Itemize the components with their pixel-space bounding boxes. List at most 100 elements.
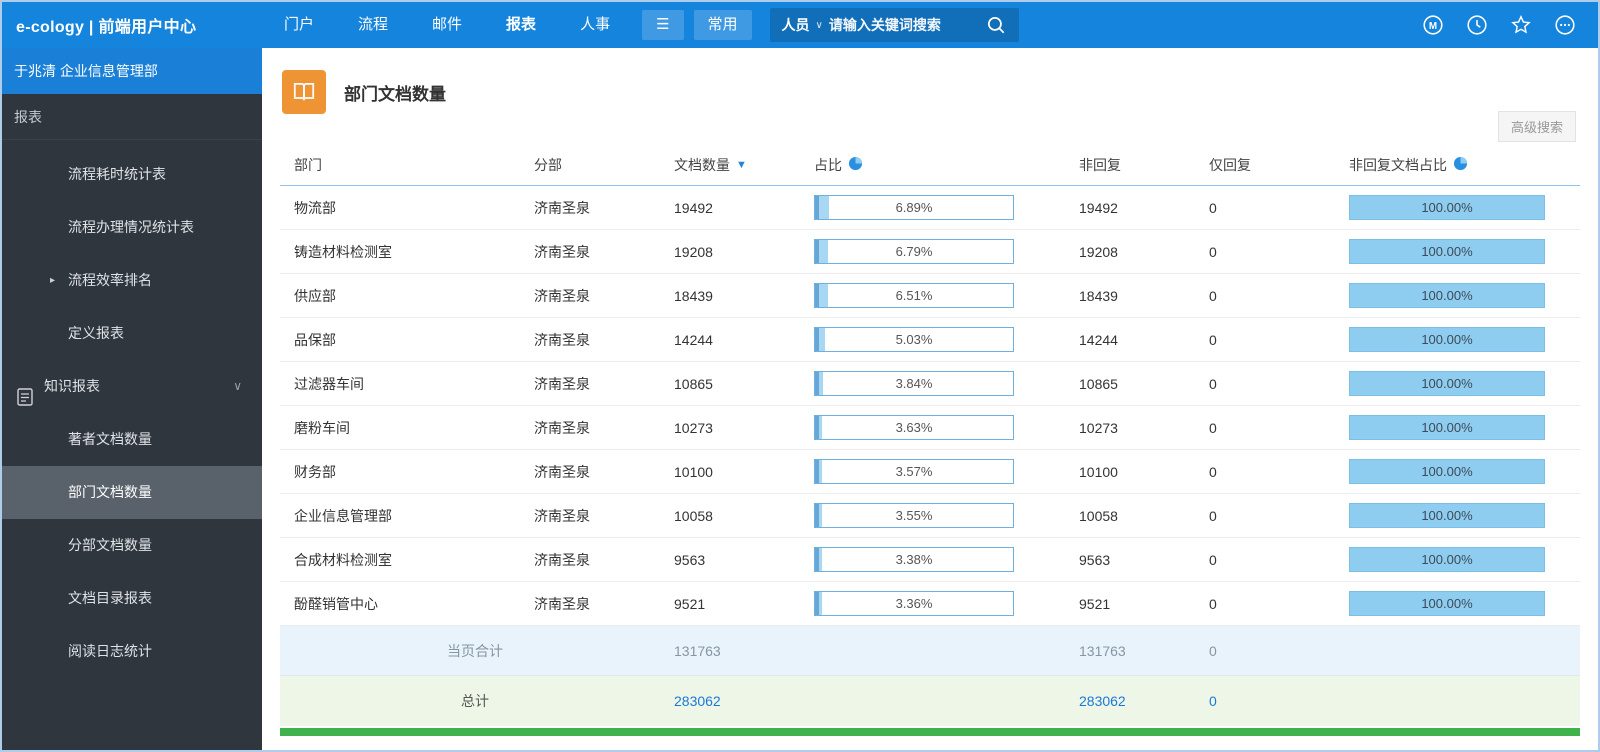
column-header-label: 部门	[294, 156, 322, 173]
chevron-down-icon[interactable]: ∨	[233, 360, 242, 413]
nav-item-workflow[interactable]: 流程	[336, 2, 410, 48]
m-circle-icon[interactable]: M	[1422, 14, 1444, 36]
reply-only-cell: 0	[1209, 551, 1217, 568]
column-header-branch[interactable]: 分部	[530, 155, 670, 175]
dept-cell: 铸造材料检测室	[294, 243, 392, 260]
percent-bar-cell: 3.84%	[810, 371, 1075, 396]
doc-count-cell: 10058	[674, 507, 713, 524]
sidebar-item-branch-doc-count[interactable]: 分部文档数量	[2, 519, 262, 572]
table-row[interactable]: 财务部 济南圣泉 10100 3.57% 10100 0 100.00%	[280, 450, 1580, 494]
column-header-doc-count[interactable]: 文档数量 ▼	[670, 155, 810, 175]
non-reply-percent-bar-cell: 100.00%	[1345, 195, 1580, 220]
expand-arrow-icon[interactable]: ▸	[50, 254, 55, 307]
table-row[interactable]: 物流部 济南圣泉 19492 6.89% 19492 0 100.00%	[280, 186, 1580, 230]
column-header-dept[interactable]: 部门	[280, 155, 530, 175]
column-header-non-reply[interactable]: 非回复	[1075, 155, 1205, 175]
search-bar: 人员 ∨	[769, 8, 1019, 42]
sidebar-item-label: 阅读日志统计	[68, 643, 152, 659]
search-input[interactable]	[828, 17, 979, 33]
dept-cell: 供应部	[294, 287, 336, 304]
report-table: 部门 分部 文档数量 ▼ 占比 非回复 仅回复 非回复文档占比 物流部 济南圣泉 19492 6.8…	[262, 144, 1598, 750]
total-label: 总计	[461, 693, 489, 709]
table-row[interactable]: 合成材料检测室 济南圣泉 9563 3.38% 9563 0 100.00%	[280, 538, 1580, 582]
nav-item-portal[interactable]: 门户	[262, 2, 336, 48]
search-icon[interactable]	[985, 14, 1007, 36]
sidebar-item-flow-efficiency-rank[interactable]: ▸ 流程效率排名	[2, 254, 262, 307]
top-nav: 门户 流程 邮件 报表 人事	[262, 2, 632, 48]
non-reply-cell: 14244	[1079, 331, 1118, 348]
more-options-icon[interactable]	[1554, 14, 1576, 36]
table-row[interactable]: 酚醛销管中心 济南圣泉 9521 3.36% 9521 0 100.00%	[280, 582, 1580, 626]
nav-item-mail[interactable]: 邮件	[410, 2, 484, 48]
main-header: 部门文档数量 高级搜索	[262, 48, 1598, 144]
sidebar-item-author-doc-count[interactable]: 著者文档数量	[2, 413, 262, 466]
branch-cell: 济南圣泉	[534, 375, 590, 392]
doc-count-cell: 9521	[674, 595, 706, 612]
column-header-label: 分部	[534, 156, 562, 173]
sidebar-menu: 流程耗时统计表 流程办理情况统计表 ▸ 流程效率排名定义报表 知识报表 ∨ 著者文档数量部门…	[2, 140, 262, 678]
table-row[interactable]: 供应部 济南圣泉 18439 6.51% 18439 0 100.00%	[280, 274, 1580, 318]
non-reply-percent-bar: 100.00%	[1349, 327, 1545, 352]
topbar: e-cology | 前端用户中心 门户流程邮件报表人事 ☰ 常用 人员 ∨ M	[2, 2, 1598, 48]
reply-only-cell: 0	[1209, 463, 1217, 480]
non-reply-percent-label: 100.00%	[1421, 332, 1473, 347]
advanced-search-button[interactable]: 高级搜索	[1497, 111, 1576, 142]
nav-item-report[interactable]: 报表	[484, 2, 558, 48]
percent-progress-bar: 3.57%	[814, 459, 1014, 484]
sidebar-item-custom-report[interactable]: 定义报表	[2, 307, 262, 360]
branch-cell: 济南圣泉	[534, 419, 590, 436]
total-non-reply: 283062	[1079, 693, 1126, 709]
sort-desc-icon[interactable]: ▼	[736, 159, 747, 171]
sidebar-item-flow-time-stats[interactable]: 流程耗时统计表	[2, 148, 262, 201]
clock-icon[interactable]	[1466, 14, 1488, 36]
nav-item-hr[interactable]: 人事	[558, 2, 632, 48]
column-header-reply-only[interactable]: 仅回复	[1205, 155, 1345, 175]
table-row[interactable]: 品保部 济南圣泉 14244 5.03% 14244 0 100.00%	[280, 318, 1580, 362]
document-icon	[16, 376, 34, 406]
sidebar-item-read-log-stats[interactable]: 阅读日志统计	[2, 625, 262, 678]
quick-access-button[interactable]: 常用	[693, 10, 752, 40]
branch-cell: 济南圣泉	[534, 243, 590, 260]
app-logo[interactable]: e-cology | 前端用户中心	[2, 13, 262, 37]
branch-cell: 济南圣泉	[534, 551, 590, 568]
non-reply-percent-bar-cell: 100.00%	[1345, 283, 1580, 308]
table-row[interactable]: 企业信息管理部 济南圣泉 10058 3.55% 10058 0 100.00%	[280, 494, 1580, 538]
hamburger-menu-icon[interactable]: ☰	[642, 10, 684, 40]
star-icon[interactable]	[1510, 14, 1532, 36]
non-reply-percent-label: 100.00%	[1421, 244, 1473, 259]
table-body: 物流部 济南圣泉 19492 6.89% 19492 0 100.00% 铸造材料检测室 济南圣…	[280, 186, 1580, 626]
table-row[interactable]: 过滤器车间 济南圣泉 10865 3.84% 10865 0 100.00%	[280, 362, 1580, 406]
sidebar-section-reports[interactable]: 报表	[2, 94, 262, 140]
table-row[interactable]: 磨粉车间 济南圣泉 10273 3.63% 10273 0 100.00%	[280, 406, 1580, 450]
non-reply-percent-bar: 100.00%	[1349, 283, 1545, 308]
branch-cell: 济南圣泉	[534, 287, 590, 304]
reply-only-cell: 0	[1209, 595, 1217, 612]
sidebar-item-label: 著者文档数量	[68, 431, 152, 447]
percent-bar-cell: 3.36%	[810, 591, 1075, 616]
sidebar-item-dept-doc-count[interactable]: 部门文档数量	[2, 466, 262, 519]
sidebar-item-doc-directory-report[interactable]: 文档目录报表	[2, 572, 262, 625]
report-book-icon	[282, 70, 326, 114]
chevron-down-icon: ∨	[815, 19, 823, 31]
current-user[interactable]: 于兆清 企业信息管理部	[2, 48, 262, 94]
pie-chart-icon[interactable]	[848, 156, 863, 174]
doc-count-cell: 10865	[674, 375, 713, 392]
sidebar-item-knowledge-reports[interactable]: 知识报表 ∨	[2, 360, 262, 413]
search-scope-dropdown[interactable]: 人员	[782, 15, 810, 35]
non-reply-percent-label: 100.00%	[1421, 464, 1473, 479]
topbar-right-icons: M	[1422, 14, 1598, 36]
sidebar-item-label: 流程效率排名	[68, 272, 152, 288]
non-reply-cell: 10100	[1079, 463, 1118, 480]
non-reply-percent-bar: 100.00%	[1349, 239, 1545, 264]
non-reply-percent-bar: 100.00%	[1349, 591, 1545, 616]
dept-cell: 物流部	[294, 199, 336, 216]
table-row[interactable]: 铸造材料检测室 济南圣泉 19208 6.79% 19208 0 100.00%	[280, 230, 1580, 274]
branch-cell: 济南圣泉	[534, 331, 590, 348]
column-header-non-reply-percent[interactable]: 非回复文档占比	[1345, 155, 1580, 175]
doc-count-cell: 9563	[674, 551, 706, 568]
sidebar-item-flow-handling-stats[interactable]: 流程办理情况统计表	[2, 201, 262, 254]
non-reply-cell: 10865	[1079, 375, 1118, 392]
column-header-percent[interactable]: 占比	[810, 155, 1075, 175]
non-reply-percent-label: 100.00%	[1421, 200, 1473, 215]
pie-chart-icon[interactable]	[1453, 156, 1468, 174]
